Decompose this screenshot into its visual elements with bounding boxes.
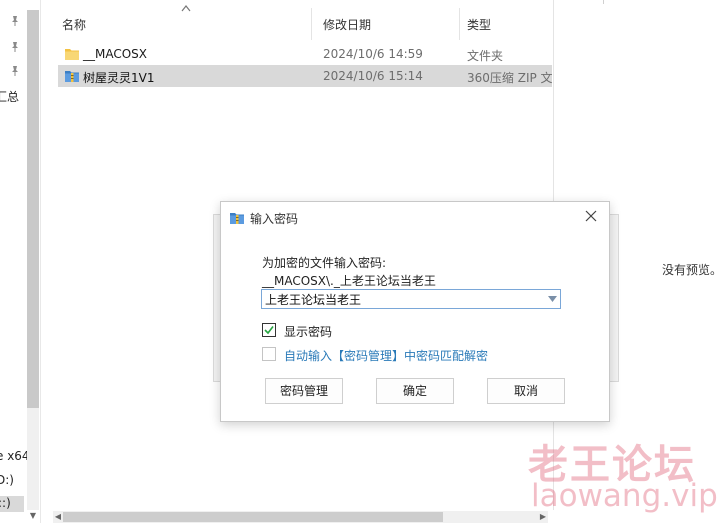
pin-icon[interactable] bbox=[9, 15, 21, 27]
file-row-macosx[interactable]: __MACOSX 2024/10/6 14:59 文件夹 bbox=[58, 43, 552, 65]
ok-button[interactable]: 确定 bbox=[376, 378, 454, 404]
show-password-label[interactable]: 显示密码 bbox=[284, 323, 332, 340]
watermark-text-en: laowang.vip bbox=[531, 478, 717, 514]
file-row-archive[interactable]: 树屋灵灵1V1 2024/10/6 15:14 360压缩 ZIP 文 bbox=[58, 65, 553, 87]
password-manager-button[interactable]: 密码管理 bbox=[265, 378, 343, 404]
preview-empty-text: 没有预览。 bbox=[662, 263, 717, 277]
column-header-name[interactable]: 名称 bbox=[62, 16, 86, 33]
file-type: 文件夹 bbox=[467, 49, 504, 63]
password-dialog: 输入密码 为加密的文件输入密码: __MACOSX\._上老王论坛当老王 显示密… bbox=[220, 201, 610, 422]
show-password-checkbox[interactable] bbox=[262, 323, 276, 337]
column-header-row: 名称 修改日期 类型 bbox=[41, 8, 553, 40]
file-name: 树屋灵灵1V1 bbox=[83, 71, 155, 85]
password-input[interactable] bbox=[265, 291, 535, 307]
nav-item-drive-selected[interactable]: ::) bbox=[0, 496, 24, 512]
column-header-type[interactable]: 类型 bbox=[467, 16, 491, 33]
password-combobox[interactable] bbox=[261, 289, 561, 309]
folder-icon bbox=[65, 49, 79, 60]
nav-scrollbar-thumb[interactable] bbox=[27, 10, 39, 408]
nav-scrollbar[interactable] bbox=[27, 10, 39, 510]
cancel-button[interactable]: 取消 bbox=[487, 378, 565, 404]
file-name: __MACOSX bbox=[83, 47, 148, 61]
file-modified: 2024/10/6 14:59 bbox=[323, 47, 423, 61]
checkmark-icon bbox=[264, 326, 274, 335]
zip-archive-icon bbox=[65, 71, 79, 82]
column-divider[interactable] bbox=[459, 8, 460, 40]
file-modified: 2024/10/6 15:14 bbox=[323, 69, 423, 83]
zip-archive-icon bbox=[230, 213, 244, 224]
chevron-down-icon[interactable] bbox=[548, 296, 557, 302]
preview-pane-edge bbox=[603, 0, 604, 4]
auto-input-checkbox[interactable] bbox=[262, 347, 276, 361]
password-prompt-label: 为加密的文件输入密码: bbox=[262, 256, 387, 270]
horizontal-scrollbar[interactable]: ◀ ▶ bbox=[53, 511, 548, 523]
navigation-pane: 汇总 e x64 D:) ::) ▼ bbox=[0, 0, 42, 523]
scroll-left-arrow-icon[interactable]: ◀ bbox=[53, 511, 63, 523]
nav-item-drive[interactable]: e x64 bbox=[0, 449, 30, 463]
dialog-title: 输入密码 bbox=[250, 212, 299, 226]
column-header-modified[interactable]: 修改日期 bbox=[323, 16, 371, 33]
encrypted-file-path: __MACOSX\._上老王论坛当老王 bbox=[262, 274, 436, 288]
pin-icon[interactable] bbox=[9, 65, 21, 77]
dialog-title-bar[interactable]: 输入密码 bbox=[221, 202, 609, 232]
nav-item-drive-d[interactable]: D:) bbox=[0, 473, 14, 487]
pin-icon[interactable] bbox=[9, 41, 21, 53]
file-type: 360压缩 ZIP 文 bbox=[467, 71, 553, 85]
nav-item-summary[interactable]: 汇总 bbox=[0, 88, 19, 105]
column-divider[interactable] bbox=[311, 8, 312, 40]
scroll-down-arrow-icon[interactable]: ▼ bbox=[27, 510, 39, 522]
auto-input-label[interactable]: 自动输入【密码管理】中密码匹配解密 bbox=[284, 347, 488, 364]
horizontal-scrollbar-thumb[interactable] bbox=[63, 512, 443, 522]
close-icon[interactable] bbox=[583, 208, 599, 224]
